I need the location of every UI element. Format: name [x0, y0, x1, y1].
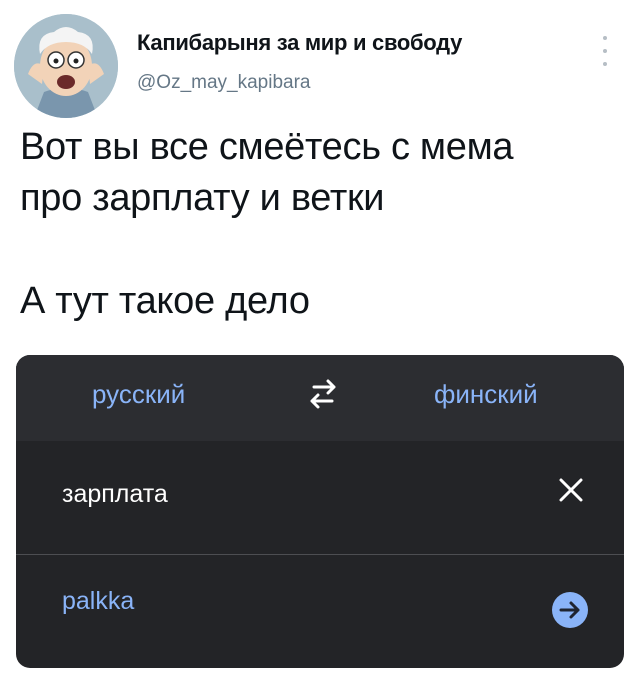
translation-text: palkka [62, 587, 135, 615]
swap-languages-icon[interactable] [302, 377, 344, 411]
source-language-button[interactable]: русский [92, 379, 185, 410]
source-input-row[interactable]: зарплата [16, 441, 624, 555]
language-bar: русский финский [16, 355, 624, 441]
tweet-text-line-3: А тут такое дело [20, 280, 310, 322]
translation-result-row: palkka [16, 555, 624, 668]
tweet-text-line-2: про зарплату и ветки [20, 177, 385, 219]
translator-screenshot: русский финский зарплата palkka [16, 355, 624, 668]
more-vertical-icon[interactable] [598, 36, 612, 66]
tweet-text-line-1: Вот вы все смеётесь с мема [20, 126, 514, 168]
avatar[interactable] [14, 14, 118, 118]
arrow-right-circle-icon[interactable] [551, 591, 589, 629]
target-language-button[interactable]: финский [434, 379, 538, 410]
close-icon[interactable] [556, 475, 586, 505]
source-text[interactable]: зарплата [62, 480, 168, 509]
author-name[interactable]: Капибарыня за мир и свободу [137, 30, 462, 56]
author-handle[interactable]: @Oz_may_kapibara [137, 72, 310, 94]
